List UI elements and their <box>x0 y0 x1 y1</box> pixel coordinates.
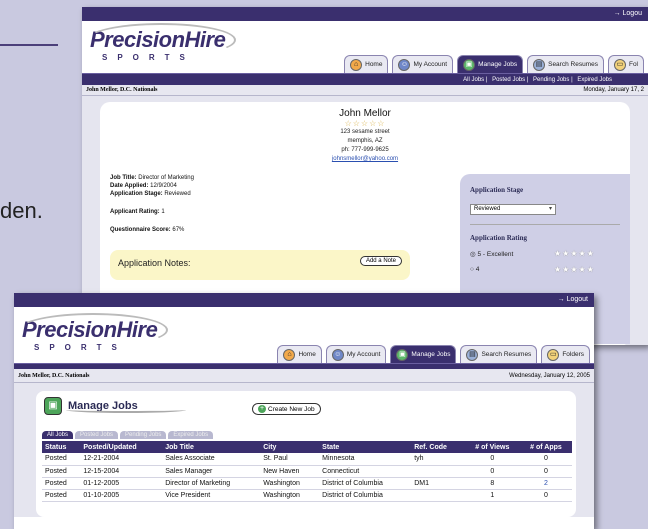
manage-jobs-icon: ▣ <box>44 397 62 415</box>
main-nav-tabs: ⌂ Home ☺ My Account ▣ Manage Jobs ▤ Search R… <box>344 55 644 73</box>
rating-heading: Application Rating <box>470 234 527 242</box>
home-icon: ⌂ <box>283 348 296 361</box>
detail-job-title: Director of Marketing <box>138 175 194 181</box>
subnav-pending-jobs[interactable]: Pending Jobs <box>533 77 569 83</box>
col-posted-updated[interactable]: Posted/Updated <box>80 441 163 453</box>
tab-my-account[interactable]: ☺ My Account <box>392 55 454 73</box>
user-name: John Mellor, D.C. Nationals <box>18 373 90 379</box>
col-status[interactable]: Status <box>42 441 81 453</box>
account-icon: ☺ <box>331 348 344 361</box>
tab-manage-jobs[interactable]: ▣ Manage Jobs <box>457 55 524 73</box>
stage-heading: Application Stage <box>470 186 524 194</box>
apps-count-link[interactable]: 2 <box>544 480 548 487</box>
jobs-subnav: All Jobs | Posted Jobs | Pending Jobs | … <box>82 73 648 85</box>
detail-score: 67% <box>172 227 185 233</box>
search-icon: ▤ <box>533 58 546 71</box>
stage-select[interactable]: Reviewed ▾ <box>470 204 556 215</box>
rating-option-4[interactable]: ○ 4 <box>470 266 479 273</box>
applicant-street: 123 sesame street <box>340 129 390 135</box>
title-swoosh <box>66 407 186 413</box>
table-row[interactable]: Posted 01-10-2005 Vice President Washing… <box>42 489 572 502</box>
detail-rating: 1 <box>161 209 165 215</box>
chevron-down-icon: ▾ <box>548 206 552 212</box>
search-icon: ▤ <box>466 348 479 361</box>
precisionhire-logo: PrecisionHire SPORTS <box>86 23 236 62</box>
applicant-email-link[interactable]: johnsmellor@yahoo.com <box>100 155 630 164</box>
account-icon: ☺ <box>398 58 411 71</box>
manage-jobs-screenshot: → Logout PrecisionHire SPORTS ⌂ Home ☺ My … <box>14 293 594 529</box>
tab-expired-jobs[interactable]: Expired Jobs <box>168 431 214 439</box>
notes-label: Application Notes: <box>118 258 191 268</box>
detail-stage: Reviewed <box>164 191 191 197</box>
applicant-stars: ☆☆☆☆☆ <box>344 119 386 128</box>
tab-folders[interactable]: ▭ Fol <box>607 55 644 73</box>
jobs-table: Status Posted/Updated Job Title City Sta… <box>42 441 572 502</box>
tab-all-jobs[interactable]: All Jobs <box>42 431 74 439</box>
tab-search-resumes[interactable]: ▤ Search Resumes <box>527 55 604 73</box>
rating-option-excellent[interactable]: ◎ 5 - Excellent <box>470 250 513 258</box>
applicant-phone: ph: 777-999-9625 <box>341 147 389 153</box>
jobs-icon: ▣ <box>463 58 476 71</box>
table-row[interactable]: Posted 12-15-2004 Sales Manager New Have… <box>42 465 572 478</box>
tab-home[interactable]: ⌂ Home <box>277 345 322 363</box>
create-new-job-button[interactable]: + Create New Job <box>252 403 321 415</box>
subnav-expired-jobs[interactable]: Expired Jobs <box>577 77 612 83</box>
jobs-icon: ▣ <box>396 348 409 361</box>
tab-pending-jobs[interactable]: Pending Jobs <box>120 431 167 439</box>
table-row[interactable]: Posted 01-12-2005 Director of Marketing … <box>42 477 572 490</box>
tab-home[interactable]: ⌂ Home <box>344 55 389 73</box>
tab-manage-jobs[interactable]: ▣ Manage Jobs <box>390 345 457 363</box>
logo-swoosh <box>18 313 168 347</box>
table-header-row: Status Posted/Updated Job Title City Sta… <box>42 441 572 453</box>
current-date: Monday, January 17, 2 <box>583 87 644 93</box>
col-job-title[interactable]: Job Title <box>162 441 261 453</box>
rating-stars-5: ★★★★★ <box>554 249 595 258</box>
subnav-all-jobs[interactable]: All Jobs <box>463 77 484 83</box>
site-header: PrecisionHire SPORTS ⌂ Home ☺ My Account ▣… <box>14 307 594 363</box>
slide-text-fragment: den. <box>0 198 43 223</box>
panel-divider <box>470 224 620 225</box>
applicant-contact: John Mellor ☆☆☆☆☆ 123 sesame street memp… <box>100 108 630 164</box>
site-header: PrecisionHire SPORTS ⌂ Home ☺ My Account ▣… <box>82 21 648 73</box>
home-icon: ⌂ <box>350 58 363 71</box>
application-details: Job Title: Director of Marketing Date Ap… <box>110 175 194 233</box>
applicant-city: memphis, AZ <box>347 138 383 144</box>
detail-date-applied: 12/9/2004 <box>150 183 177 189</box>
user-name: John Mellor, D.C. Nationals <box>86 87 158 93</box>
logout-link[interactable]: → Logou <box>614 10 642 17</box>
tab-my-account[interactable]: ☺ My Account <box>325 345 387 363</box>
tab-folders[interactable]: ▭ Folders <box>541 345 590 363</box>
folder-icon: ▭ <box>547 348 560 361</box>
manage-jobs-panel: ▣ Manage Jobs + Create New Job All Jobs … <box>36 391 576 517</box>
folder-icon: ▭ <box>613 58 626 71</box>
col-views[interactable]: # of Views <box>464 441 520 453</box>
col-apps[interactable]: # of Apps <box>519 441 572 453</box>
tab-search-resumes[interactable]: ▤ Search Resumes <box>460 345 538 363</box>
current-date: Wednesday, January 12, 2005 <box>509 373 590 379</box>
logo-swoosh <box>86 23 236 57</box>
precisionhire-logo: PrecisionHire SPORTS <box>18 313 168 352</box>
table-row[interactable]: Posted 12-21-2004 Sales Associate St. Pa… <box>42 453 572 466</box>
user-bar: John Mellor, D.C. Nationals Wednesday, J… <box>14 369 594 383</box>
plus-icon: + <box>258 405 266 413</box>
add-note-button[interactable]: Add a Note <box>359 256 402 266</box>
col-city[interactable]: City <box>260 441 320 453</box>
rating-stars-4: ★★★★★ <box>554 265 595 274</box>
main-nav-tabs: ⌂ Home ☺ My Account ▣ Manage Jobs ▤ Search R… <box>277 345 590 363</box>
job-filter-tabs: All Jobs Posted Jobs Pending Jobs Expire… <box>42 431 214 439</box>
col-ref-code[interactable]: Ref. Code <box>411 441 465 453</box>
subnav-posted-jobs[interactable]: Posted Jobs <box>492 77 525 83</box>
logout-link[interactable]: → Logout <box>558 296 588 303</box>
applicant-name: John Mellor <box>339 108 391 119</box>
application-notes-box: Application Notes: Add a Note <box>110 250 410 280</box>
user-bar: John Mellor, D.C. Nationals Monday, Janu… <box>82 85 648 96</box>
col-state[interactable]: State <box>319 441 412 453</box>
tab-posted-jobs[interactable]: Posted Jobs <box>75 431 119 439</box>
slide-accent-line <box>0 44 58 46</box>
